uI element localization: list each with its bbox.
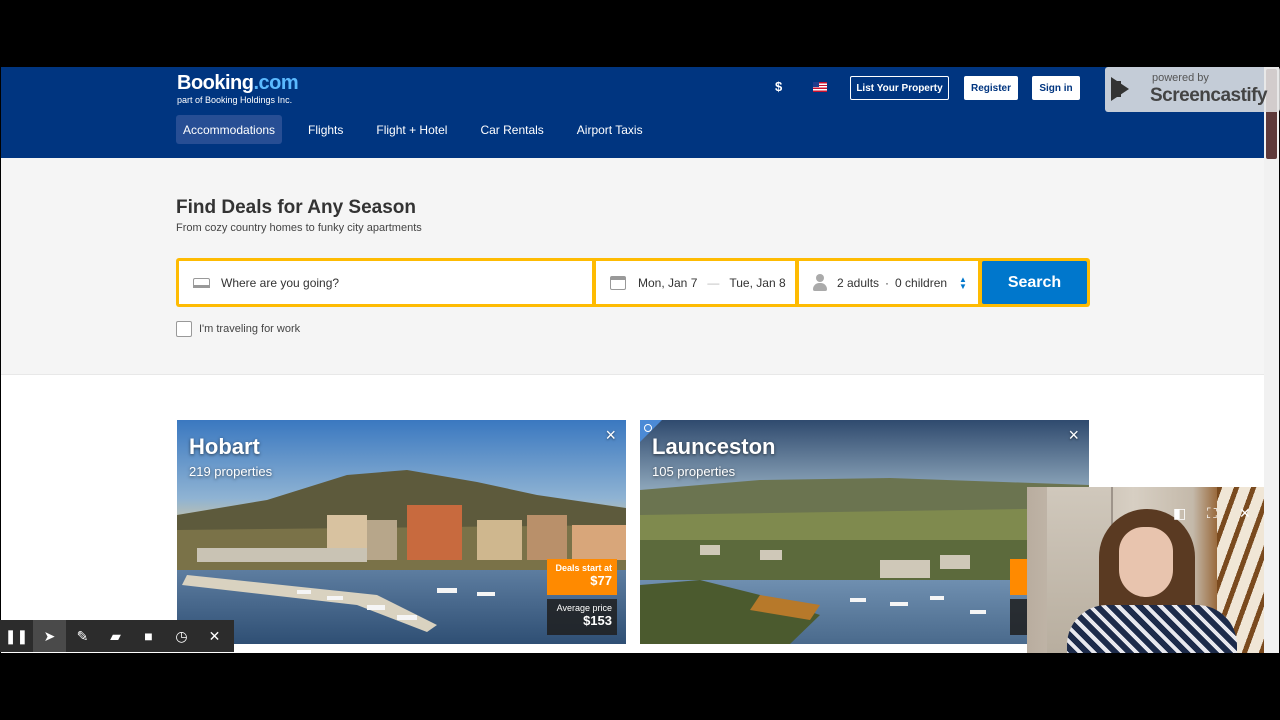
close-icon[interactable]: ✕: [198, 620, 231, 652]
sign-in-button[interactable]: Sign in: [1032, 76, 1080, 100]
screencastify-watermark: powered by Screencastify: [1105, 67, 1280, 112]
main-nav: Accommodations Flights Flight + Hotel Ca…: [176, 115, 669, 144]
close-icon[interactable]: ×: [1068, 425, 1079, 446]
nav-airport-taxis[interactable]: Airport Taxis: [570, 115, 650, 144]
page-title: Find Deals for Any Season: [176, 197, 417, 218]
destination-card-launceston[interactable]: Launceston 105 properties × Dea Ave: [640, 420, 1089, 644]
destination-input[interactable]: Where are you going?: [179, 261, 592, 304]
date-separator: —: [707, 275, 720, 290]
brand-name: Booking: [177, 72, 254, 94]
destination-card-hobart[interactable]: Hobart 219 properties × Deals start at $…: [177, 420, 626, 644]
timer-icon[interactable]: ◷: [165, 620, 198, 652]
webcam-person-shirt: [1067, 605, 1237, 653]
card-properties: 105 properties: [652, 464, 736, 479]
search-button[interactable]: Search: [982, 261, 1087, 304]
deal-badge: Deals start at $77: [547, 559, 617, 595]
split-view-icon[interactable]: ◧: [1173, 505, 1186, 522]
adults-count: 2 adults: [837, 275, 880, 290]
pause-icon[interactable]: ❚❚: [0, 620, 33, 652]
webcam-overlay[interactable]: ◧ ⛶ ✕: [1027, 487, 1264, 653]
fullscreen-icon[interactable]: ⛶: [1207, 505, 1217, 522]
average-price: $153: [583, 613, 612, 628]
site-header: Booking.com part of Booking Holdings Inc…: [1, 67, 1264, 158]
page-subtitle: From cozy country homes to funky city ap…: [176, 222, 422, 234]
webcam-person-face: [1119, 527, 1173, 597]
nav-flights[interactable]: Flights: [301, 115, 350, 144]
checkin-date: Mon, Jan 7: [638, 275, 698, 290]
average-label: Average price: [556, 603, 612, 613]
average-price-badge: Average price $153: [547, 599, 617, 635]
card-properties: 219 properties: [189, 464, 273, 479]
person-icon: [812, 274, 828, 292]
deal-price: $77: [590, 573, 612, 588]
card-city: Launceston: [652, 434, 776, 459]
nav-flight-hotel[interactable]: Flight + Hotel: [369, 115, 454, 144]
search-bar: Where are you going? Mon, Jan 7 — Tue, J…: [176, 258, 1090, 307]
list-property-button[interactable]: List Your Property: [850, 76, 949, 100]
brand-subtitle: part of Booking Holdings Inc.: [177, 95, 293, 105]
register-button[interactable]: Register: [964, 76, 1018, 100]
guests-selector[interactable]: 2 adults · 0 children ▲ ▼: [799, 261, 978, 304]
currency-selector[interactable]: $: [775, 79, 782, 94]
chevron-updown-icon: ▲ ▼: [959, 275, 967, 291]
recording-toolbar: ❚❚ ➤ ✎ ▰ ■ ◷ ✕: [0, 620, 234, 652]
children-count: 0 children: [895, 275, 948, 290]
booking-logo[interactable]: Booking.com part of Booking Holdings Inc…: [177, 72, 299, 105]
eraser-icon[interactable]: ▰: [99, 620, 132, 652]
flag-canton: [813, 82, 819, 87]
watermark-name: Screencastify: [1150, 85, 1268, 106]
checkout-date: Tue, Jan 8: [729, 275, 786, 290]
screen-frame: Booking.com part of Booking Holdings Inc…: [0, 0, 1280, 720]
calendar-icon: [610, 276, 626, 290]
work-travel-checkbox[interactable]: I'm traveling for work: [176, 321, 300, 337]
watermark-powered-by: powered by: [1152, 72, 1209, 84]
search-hero: Find Deals for Any Season From cozy coun…: [1, 158, 1264, 375]
card-city: Hobart: [189, 434, 260, 459]
deal-label: Deals start at: [555, 563, 612, 573]
camera-icon[interactable]: ■: [132, 620, 165, 652]
date-picker[interactable]: Mon, Jan 7 — Tue, Jan 8: [596, 261, 795, 304]
nav-accommodations[interactable]: Accommodations: [176, 115, 283, 144]
nav-car-rentals[interactable]: Car Rentals: [473, 115, 550, 144]
destination-placeholder: Where are you going?: [221, 275, 340, 290]
checkbox[interactable]: [176, 321, 192, 337]
pen-icon[interactable]: ✎: [66, 620, 99, 652]
page-scrollbar[interactable]: [1264, 67, 1279, 653]
play-icon: [1111, 77, 1129, 101]
work-travel-label: I'm traveling for work: [199, 323, 301, 335]
us-flag-icon[interactable]: [813, 82, 827, 92]
close-icon[interactable]: ×: [605, 425, 616, 446]
guest-separator: ·: [885, 275, 890, 290]
brand-tld: .com: [253, 72, 299, 94]
bed-icon: [193, 278, 210, 288]
close-icon[interactable]: ✕: [1239, 505, 1251, 522]
cursor-icon[interactable]: ➤: [33, 620, 66, 652]
